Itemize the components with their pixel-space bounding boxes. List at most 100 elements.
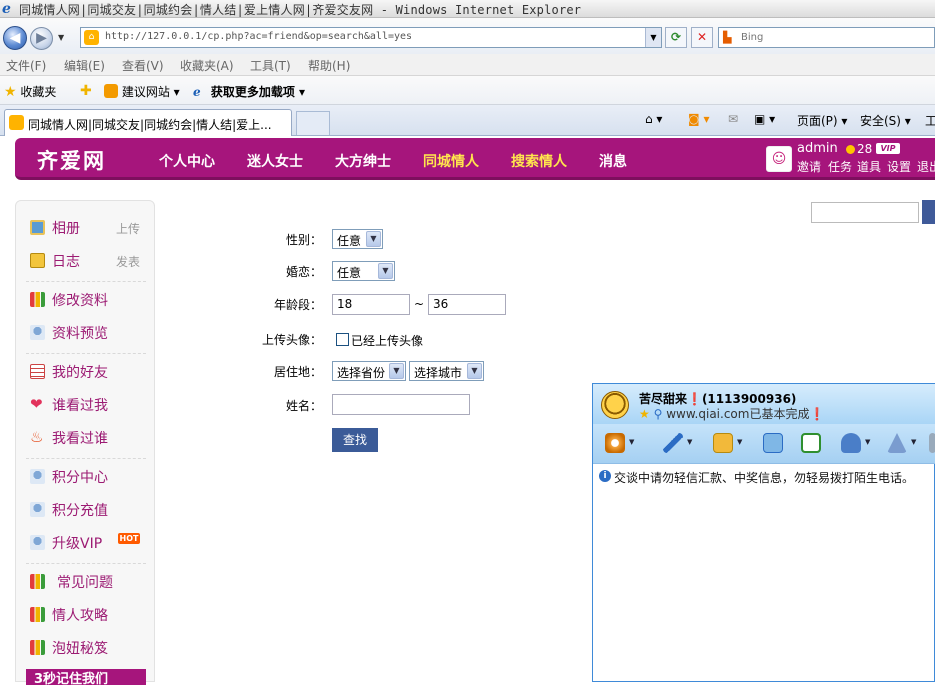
site-search-button[interactable] <box>922 200 935 224</box>
menu-favorites[interactable]: 收藏夹(A) <box>180 57 234 74</box>
address-url[interactable]: http://127.0.0.1/cp.php?ac=friend&op=sea… <box>105 31 412 42</box>
browser-search-input[interactable] <box>741 30 931 45</box>
nav-messages[interactable]: 消息 <box>599 151 627 171</box>
publish-link[interactable]: 发表 <box>116 253 140 270</box>
chevron-down-icon[interactable]: ▼ <box>911 438 916 446</box>
header-link-invite[interactable]: 邀请 <box>797 158 821 175</box>
upload-link[interactable]: 上传 <box>116 220 140 237</box>
send-file-icon[interactable] <box>713 433 733 453</box>
suggested-sites-icon <box>104 84 118 98</box>
marital-select[interactable]: 任意 ▼ <box>332 261 395 281</box>
site-search-input[interactable] <box>811 202 919 223</box>
nav-search-lovers[interactable]: 搜索情人 <box>511 151 567 171</box>
site-logo[interactable]: 齐爱网 <box>37 145 106 175</box>
sidebar-banner[interactable]: 3秒记住我们 <box>26 669 146 685</box>
sidebar-item-label: 我看过谁 <box>52 431 108 447</box>
header-link-settings[interactable]: 设置 <box>887 158 911 175</box>
qq-chat-window[interactable]: 苦尽甜来❗(1113900936) ★ ⚲ www.qiai.com已基本完成❗… <box>592 383 935 682</box>
browser-search-box[interactable]: ▙ <box>718 27 935 48</box>
chevron-down-icon[interactable]: ▼ <box>687 438 692 446</box>
age-min-input[interactable]: 18 <box>332 294 410 315</box>
has-avatar-checkbox-label[interactable]: 已经上传头像 <box>351 332 423 349</box>
tab-current-page[interactable]: 同城情人网|同城交友|同城约会|情人结|爱上... <box>4 109 292 136</box>
add-favorite-button[interactable]: ✚ <box>80 83 92 99</box>
sidebar-item-label: 修改资料 <box>52 293 108 309</box>
home-icon[interactable]: ⌂ ▾ <box>645 112 662 126</box>
address-dropdown-icon[interactable]: ▼ <box>645 28 661 47</box>
forward-button[interactable]: ▶ <box>30 27 53 50</box>
tools-menu-button[interactable]: 工 <box>925 112 935 129</box>
favorites-label: 收藏夹 <box>20 85 57 99</box>
qq-chat-header[interactable]: 苦尽甜来❗(1113900936) ★ ⚲ www.qiai.com已基本完成❗ <box>593 384 935 424</box>
header-link-logout[interactable]: 退出 <box>917 158 935 175</box>
province-select[interactable]: 选择省份 ▼ <box>332 361 406 381</box>
group-icon[interactable] <box>841 433 861 453</box>
suggested-sites-button[interactable]: 建议网站 ▾ <box>104 83 180 100</box>
menu-edit[interactable]: 编辑(E) <box>64 57 105 74</box>
app-center-icon[interactable] <box>887 433 907 453</box>
sidebar-item-album[interactable]: 相册 上传 <box>30 218 150 238</box>
print-icon[interactable]: ▣ ▾ <box>754 112 775 126</box>
heart-icon: ❤ <box>30 395 43 413</box>
favorites-button[interactable]: ★ 收藏夹 <box>4 83 56 100</box>
chevron-down-icon: ▼ <box>378 263 393 279</box>
user-name[interactable]: admin <box>797 141 838 156</box>
find-button[interactable]: 查找 <box>332 428 378 452</box>
chevron-down-icon[interactable]: ▼ <box>629 438 634 446</box>
age-label: 年龄段： <box>273 298 322 312</box>
voice-call-icon[interactable] <box>663 433 683 453</box>
ie-addons-icon: e <box>193 85 201 99</box>
menu-tools[interactable]: 工具(T) <box>250 57 291 74</box>
bar-chart-icon <box>30 640 45 655</box>
safety-menu-button[interactable]: 安全(S) ▾ <box>860 112 911 129</box>
photo-album-icon <box>30 220 45 235</box>
age-max-input[interactable]: 36 <box>428 294 506 315</box>
sidebar-item-label: 积分充值 <box>52 503 108 519</box>
nav-gentlemen[interactable]: 大方绅士 <box>335 151 391 171</box>
back-button[interactable]: ◀ <box>3 26 27 50</box>
page-menu-button[interactable]: 页面(P) ▾ <box>797 112 847 129</box>
sidebar-item-label: 资料预览 <box>52 326 108 342</box>
feeds-icon[interactable]: ◙ ▾ <box>688 112 709 126</box>
marital-label: 婚恋： <box>285 265 322 279</box>
menu-view[interactable]: 查看(V) <box>122 57 164 74</box>
has-avatar-checkbox[interactable] <box>336 333 349 346</box>
search-icon: ⚲ <box>653 407 663 421</box>
contact-avatar[interactable] <box>601 391 629 419</box>
chevron-down-icon[interactable]: ▼ <box>865 438 870 446</box>
sidebar-item-label: 日志 <box>52 254 80 270</box>
bar-chart-icon <box>30 607 45 622</box>
nav-local-lovers[interactable]: 同城情人 <box>423 151 479 171</box>
name-input[interactable] <box>332 394 470 415</box>
history-dropdown-icon[interactable]: ▼ <box>58 33 64 42</box>
residence-label: 居住地： <box>273 365 322 379</box>
city-select[interactable]: 选择城市 ▼ <box>409 361 484 381</box>
menu-file[interactable]: 文件(F) <box>6 57 46 74</box>
sidebar-item-label: 常见问题 <box>57 575 113 591</box>
sidebar-item-upgrade-vip[interactable]: 升级VIP HOT <box>30 533 150 553</box>
email-icon[interactable] <box>763 433 783 453</box>
header-link-tasks[interactable]: 任务 <box>828 158 852 175</box>
refresh-button[interactable]: ⟳ <box>665 27 687 48</box>
mail-icon[interactable]: ✉ <box>728 112 738 126</box>
ie-logo-icon: e <box>2 1 11 17</box>
star-icon: ★ <box>4 84 17 100</box>
gender-select[interactable]: 任意 ▼ <box>332 229 383 249</box>
stop-button[interactable]: ✕ <box>691 27 713 48</box>
nav-personal-center[interactable]: 个人中心 <box>159 151 215 171</box>
more-tools-icon[interactable] <box>929 433 935 453</box>
video-call-icon[interactable] <box>605 433 625 453</box>
nav-charming-ladies[interactable]: 迷人女士 <box>247 151 303 171</box>
new-tab-button[interactable] <box>296 111 330 135</box>
safety-notice: i 交谈中请勿轻信汇款、中奖信息，勿轻易拨打陌生电话。 <box>599 469 914 486</box>
add-app-icon[interactable] <box>801 433 821 453</box>
sidebar-item-diary[interactable]: 日志 发表 <box>30 251 150 271</box>
site-header: 齐爱网 个人中心 迷人女士 大方绅士 同城情人 搜索情人 消息 ☺ admin … <box>15 138 935 180</box>
menu-help[interactable]: 帮助(H) <box>308 57 350 74</box>
chevron-down-icon[interactable]: ▼ <box>737 438 742 446</box>
header-link-props[interactable]: 道具 <box>857 158 881 175</box>
address-field[interactable]: ⌂ http://127.0.0.1/cp.php?ac=friend&op=s… <box>80 27 662 48</box>
contact-status-text: www.qiai.com已基本完成❗ <box>666 407 825 421</box>
avatar[interactable]: ☺ <box>766 146 792 172</box>
get-addons-button[interactable]: e 获取更多加载项 ▾ <box>193 83 305 100</box>
